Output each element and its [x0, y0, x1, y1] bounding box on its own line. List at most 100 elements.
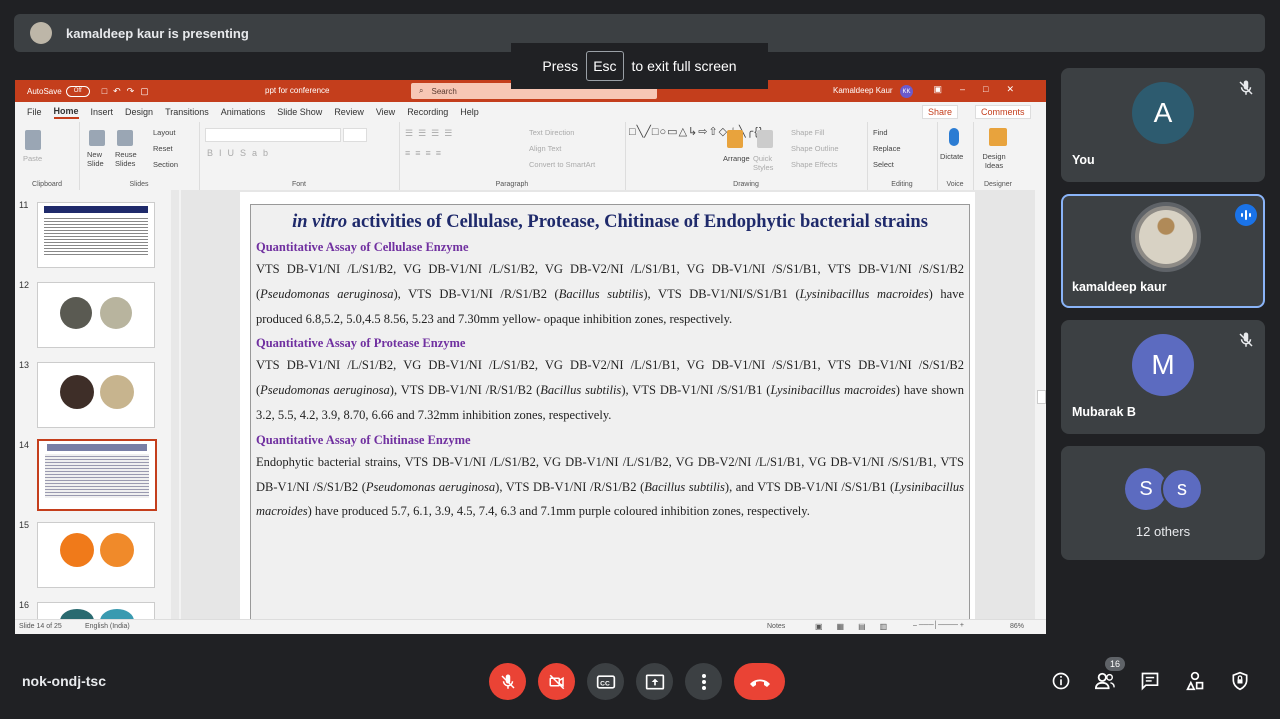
tile-kamaldeep[interactable]: kamaldeep kaur	[1061, 194, 1265, 308]
captions-icon: CC	[596, 674, 615, 689]
camera-toggle-button[interactable]	[538, 663, 575, 700]
ppt-search-label: Search	[431, 86, 457, 96]
align-icons: ≡≡≡≡	[405, 148, 447, 158]
window-controls: ▣–□✕	[933, 84, 1032, 94]
menu-slide-show: Slide Show	[277, 107, 323, 117]
captions-button[interactable]: CC	[587, 663, 624, 700]
design-ideas-icon	[989, 128, 1007, 146]
meeting-code: nok-ondj-tsc	[22, 673, 106, 689]
press-label: Press	[542, 58, 579, 74]
ppt-menu-bar: File Home Insert Design Transitions Anim…	[15, 102, 1046, 122]
clipboard-label: Clipboard	[32, 181, 62, 188]
zoom-level: 86%	[1010, 623, 1025, 630]
text-run: ), VTS DB-V1/NI /S/S1/B1 (	[621, 383, 771, 398]
tile-mubarak[interactable]: M Mubarak B	[1061, 320, 1265, 434]
paragraph-chitinase: Endophytic bacterial strains, VTS DB-V1/…	[256, 450, 964, 524]
new-slide-label: New Slide	[87, 150, 104, 168]
species-name: Lysinibacillus macroides	[799, 286, 929, 301]
thumb-number: 13	[19, 360, 30, 370]
avatar-others-2: s	[1161, 468, 1203, 510]
meeting-details-button[interactable]	[1050, 670, 1072, 692]
ribbon-designer: Design Ideas Designer	[973, 122, 1023, 190]
paragraph-label: Paragraph	[495, 181, 529, 188]
ribbon-clipboard: Paste Clipboard	[15, 122, 80, 190]
presenter-label: kamaldeep kaur is presenting	[66, 25, 249, 41]
search-icon: ⌕	[419, 86, 424, 95]
thumbnail-14-selected	[37, 439, 157, 511]
quick-access-icons: □↶↷▢	[101, 85, 155, 96]
drawing-label: Drawing	[733, 181, 759, 188]
leave-call-button[interactable]	[734, 663, 785, 700]
text-direction-label: Text Direction	[529, 128, 575, 137]
arrange-label: Arrange	[723, 154, 750, 163]
slide-content: in vitro activities of Cellulase, Protea…	[250, 204, 970, 621]
reset-label: Reset	[153, 144, 173, 153]
dictate-icon	[949, 128, 959, 146]
list-icons: ☰☰☰☰	[405, 128, 458, 138]
find-label: Find	[873, 128, 888, 137]
autosave-label: AutoSave	[27, 86, 62, 96]
menu-help: Help	[460, 107, 479, 117]
present-button[interactable]	[636, 663, 673, 700]
text-run: ), VTS DB-V1/NI /R/S1/B2 (	[495, 479, 645, 494]
replace-label: Replace	[873, 144, 901, 153]
menu-recording: Recording	[407, 107, 449, 117]
info-icon	[1052, 672, 1070, 690]
chat-button[interactable]	[1139, 670, 1161, 692]
hang-up-icon	[749, 679, 770, 687]
mic-off-icon	[500, 674, 515, 689]
chat-icon	[1141, 672, 1159, 691]
fullscreen-exit-hint: Press Esc to exit full screen	[511, 43, 768, 89]
more-options-button[interactable]	[685, 663, 722, 700]
menu-animations: Animations	[220, 107, 266, 117]
thumbnail-15	[37, 522, 155, 588]
slide-scrollbar	[1035, 190, 1046, 620]
autosave: AutoSave Off	[27, 85, 90, 97]
mic-off-icon	[1239, 332, 1253, 347]
shape-outline-label: Shape Outline	[791, 144, 839, 153]
slide-title-italic: in vitro	[292, 212, 348, 232]
participant-name: You	[1072, 153, 1095, 167]
menu-review: Review	[334, 107, 364, 117]
exit-label: to exit full screen	[631, 58, 737, 74]
slide-title-rest: activities of Cellulase, Protease, Chiti…	[347, 212, 928, 232]
view-icons: ▣▦▤▥	[815, 622, 902, 631]
font-format-icons: BIUSab	[207, 148, 275, 158]
species-name: Bacillus subtilis	[540, 383, 622, 398]
thumbnail-11	[37, 202, 155, 268]
menu-transitions: Transitions	[165, 107, 209, 117]
people-button[interactable]	[1094, 670, 1116, 692]
font-size-box	[343, 128, 367, 142]
shapes-gallery-icon: □╲╱□○▭△↳⇨⇧◇☆╲╭{}	[629, 126, 764, 138]
font-family-box	[205, 128, 341, 142]
shared-screen: AutoSave Off □↶↷▢ ppt for conference ⌕ S…	[15, 80, 1046, 634]
reuse-slides-icon	[117, 130, 133, 146]
activities-button[interactable]	[1184, 670, 1206, 692]
tile-you[interactable]: A You	[1061, 68, 1265, 182]
text-run: ), VTS DB-V1/NI /R/S1/B2 (	[393, 286, 559, 301]
species-name: Pseudomonas aeruginosa	[365, 479, 496, 494]
text-run: ), VTS DB-V1/NI /R/S1/B2 (	[389, 383, 541, 398]
paragraph-protease: VTS DB-V1/NI /L/S1/B2, VG DB-V1/NI /L/S1…	[256, 353, 964, 427]
tile-others[interactable]: S s 12 others	[1061, 446, 1265, 560]
camera-off-icon	[549, 674, 564, 689]
paste-label: Paste	[23, 154, 43, 163]
voice-label: Voice	[946, 181, 964, 188]
more-icon	[701, 673, 706, 690]
activities-icon	[1186, 671, 1204, 691]
document-title: ppt for conference	[265, 86, 330, 95]
svg-text:CC: CC	[600, 680, 610, 687]
avatar-mubarak: M	[1132, 334, 1194, 396]
species-name: Bacillus subtilis	[558, 286, 644, 301]
participants-count-badge: 16	[1105, 657, 1125, 671]
paste-icon	[25, 130, 41, 150]
shape-effects-label: Shape Effects	[791, 160, 838, 169]
text-run: ), and VTS DB-V1/NI /S/S1/B1 (	[724, 479, 895, 494]
ppt-ribbon: Paste Clipboard New Slide Reuse Slides L…	[15, 122, 1046, 191]
host-controls-button[interactable]	[1229, 670, 1251, 692]
ribbon-voice: Dictate Voice	[937, 122, 974, 190]
designer-label: Designer	[983, 181, 1012, 188]
mic-toggle-button[interactable]	[489, 663, 526, 700]
thumb-number: 16	[19, 600, 30, 610]
people-icon	[1094, 672, 1115, 690]
